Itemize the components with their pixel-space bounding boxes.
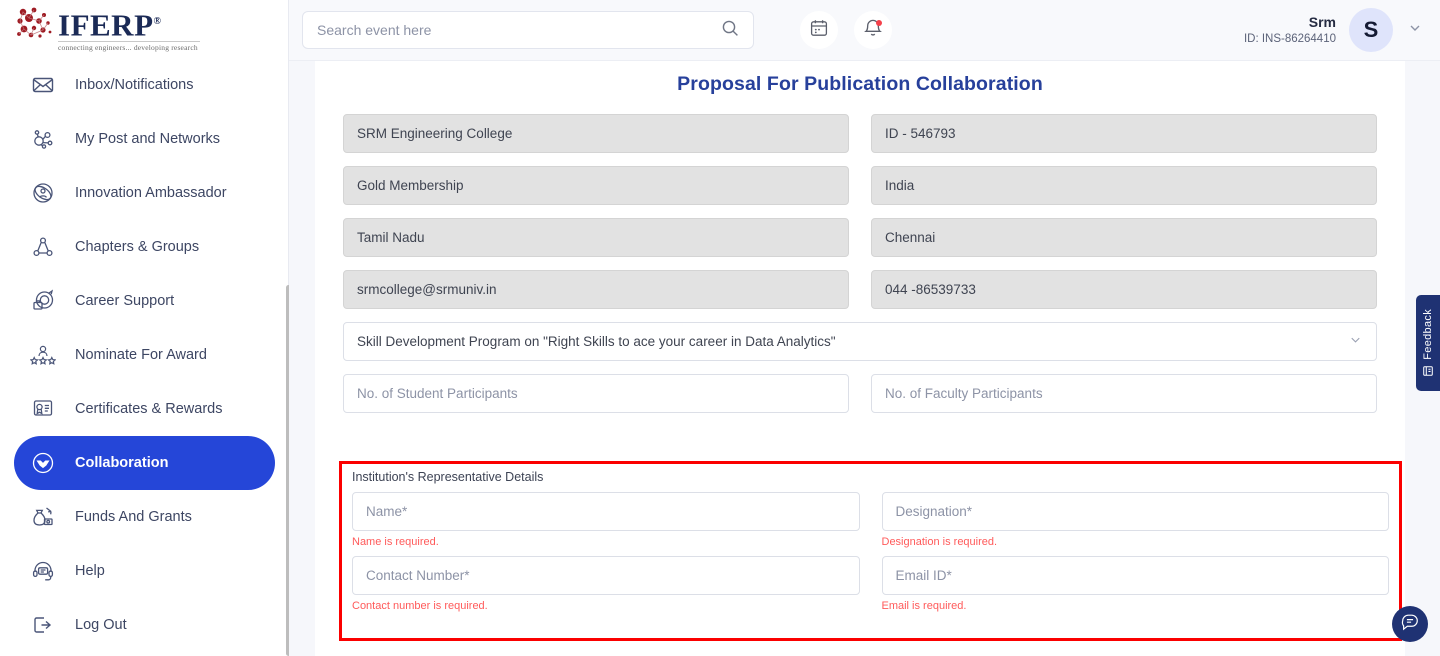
funds-money-bag-icon [28,502,58,532]
user-id: ID: INS-86264410 [1244,32,1336,47]
representative-section-title: Institution's Representative Details [348,468,1393,484]
sidebar-item-label: Log Out [75,617,127,633]
header-action-icons [800,11,892,49]
chat-button[interactable] [1392,606,1428,642]
logout-arrow-icon [28,610,58,640]
sidebar-item-label: Help [75,563,105,579]
notification-badge-dot [876,20,882,26]
rep-contact-number-error: Contact number is required. [352,600,860,612]
form-row-4: srmcollege@srmuniv.in 044 -86539733 [343,270,1377,309]
rep-designation-error: Designation is required. [882,536,1390,548]
sidebar-item-my-post-and-networks[interactable]: My Post and Networks [14,112,275,166]
sidebar: IFERP® connecting engineers... developin… [0,0,289,656]
search-icon[interactable] [721,19,739,42]
sidebar-item-log-out[interactable]: Log Out [14,598,275,652]
top-header: Srm ID: INS-86264410 S [289,0,1440,61]
sidebar-item-nominate-for-award[interactable]: Nominate For Award [14,328,275,382]
search-input[interactable] [317,22,721,38]
sidebar-item-label: Certificates & Rewards [75,401,222,417]
page-title: Proposal For Publication Collaboration [315,61,1405,96]
feedback-tab[interactable]: Feedback [1416,295,1440,391]
career-briefcase-icon [28,286,58,316]
inbox-envelope-icon [28,70,58,100]
chevron-down-icon[interactable] [1407,20,1423,41]
sidebar-item-innovation-ambassador[interactable]: Innovation Ambassador [14,166,275,220]
sidebar-item-chapters-and-groups[interactable]: Chapters & Groups [14,220,275,274]
program-select[interactable]: Skill Development Program on "Right Skil… [343,322,1377,361]
city-field: Chennai [871,218,1377,257]
notifications-button[interactable] [854,11,892,49]
faculty-participants-input[interactable] [871,374,1377,413]
content-card: Proposal For Publication Collaboration S… [315,61,1405,656]
sidebar-item-label: Funds And Grants [75,509,192,525]
user-name: Srm [1244,14,1336,31]
brand-logo[interactable]: IFERP® connecting engineers... developin… [0,0,289,54]
calendar-button[interactable] [800,11,838,49]
form-row-3: Tamil Nadu Chennai [343,218,1377,257]
institution-name-field: SRM Engineering College [343,114,849,153]
user-info: Srm ID: INS-86264410 [1244,14,1336,47]
rep-email-error: Email is required. [882,600,1390,612]
rep-name-error: Name is required. [352,536,860,548]
user-menu[interactable]: Srm ID: INS-86264410 S [1244,8,1440,52]
search-box[interactable] [302,11,754,49]
nominate-award-icon [28,340,58,370]
calendar-icon [809,18,829,43]
chat-bubble-icon [1400,612,1420,637]
collaboration-handshake-icon [28,448,58,478]
chapters-group-icon [28,232,58,262]
sidebar-item-collaboration[interactable]: Collaboration [14,436,275,490]
participants-row [343,374,1377,413]
sidebar-item-help[interactable]: Help [14,544,275,598]
rep-name-input[interactable] [352,492,860,531]
sidebar-nav: Inbox/Notifications My Post and Networks [0,58,289,652]
help-headset-icon [28,556,58,586]
app-root: IFERP® connecting engineers... developin… [0,0,1440,656]
representative-row-2: Contact number is required. Email is req… [348,556,1393,620]
institution-email-field: srmcollege@srmuniv.in [343,270,849,309]
registered-mark: ® [154,16,162,27]
sidebar-item-label: Innovation Ambassador [75,185,227,201]
membership-type-field: Gold Membership [343,166,849,205]
form-row-1: SRM Engineering College ID - 546793 [343,114,1377,153]
institution-id-field: ID - 546793 [871,114,1377,153]
feedback-label: Feedback [1422,309,1434,360]
rep-email-input[interactable] [882,556,1390,595]
sidebar-item-career-support[interactable]: Career Support [14,274,275,328]
sidebar-item-funds-and-grants[interactable]: Funds And Grants [14,490,275,544]
network-nodes-icon [28,124,58,154]
institution-phone-field: 044 -86539733 [871,270,1377,309]
main-region: Srm ID: INS-86264410 S Proposal For Publ… [289,0,1440,656]
country-field: India [871,166,1377,205]
form-row-2: Gold Membership India [343,166,1377,205]
sidebar-item-label: Collaboration [75,455,168,471]
program-select-wrapper[interactable]: Skill Development Program on "Right Skil… [343,322,1377,361]
brand-name: IFERP® [58,6,200,40]
representative-details-section: Institution's Representative Details Nam… [339,461,1402,641]
rep-designation-input[interactable] [882,492,1390,531]
sidebar-item-inbox-notifications[interactable]: Inbox/Notifications [14,58,275,112]
feedback-form-icon [1422,365,1434,377]
sidebar-item-certificates-and-rewards[interactable]: Certificates & Rewards [14,382,275,436]
sidebar-item-label: Inbox/Notifications [75,77,193,93]
sidebar-item-label: Chapters & Groups [75,239,199,255]
brand-tagline: connecting engineers... developing resea… [58,41,200,52]
collaboration-form: SRM Engineering College ID - 546793 Gold… [315,96,1405,413]
sidebar-item-label: Nominate For Award [75,347,207,363]
sidebar-item-label: Career Support [75,293,174,309]
sidebar-item-label: My Post and Networks [75,131,220,147]
innovation-globe-icon [28,178,58,208]
avatar[interactable]: S [1349,8,1393,52]
representative-row-1: Name is required. Designation is require… [348,492,1393,556]
student-participants-input[interactable] [343,374,849,413]
rep-contact-number-input[interactable] [352,556,860,595]
certificate-icon [28,394,58,424]
state-field: Tamil Nadu [343,218,849,257]
iferp-molecule-icon [14,6,56,40]
